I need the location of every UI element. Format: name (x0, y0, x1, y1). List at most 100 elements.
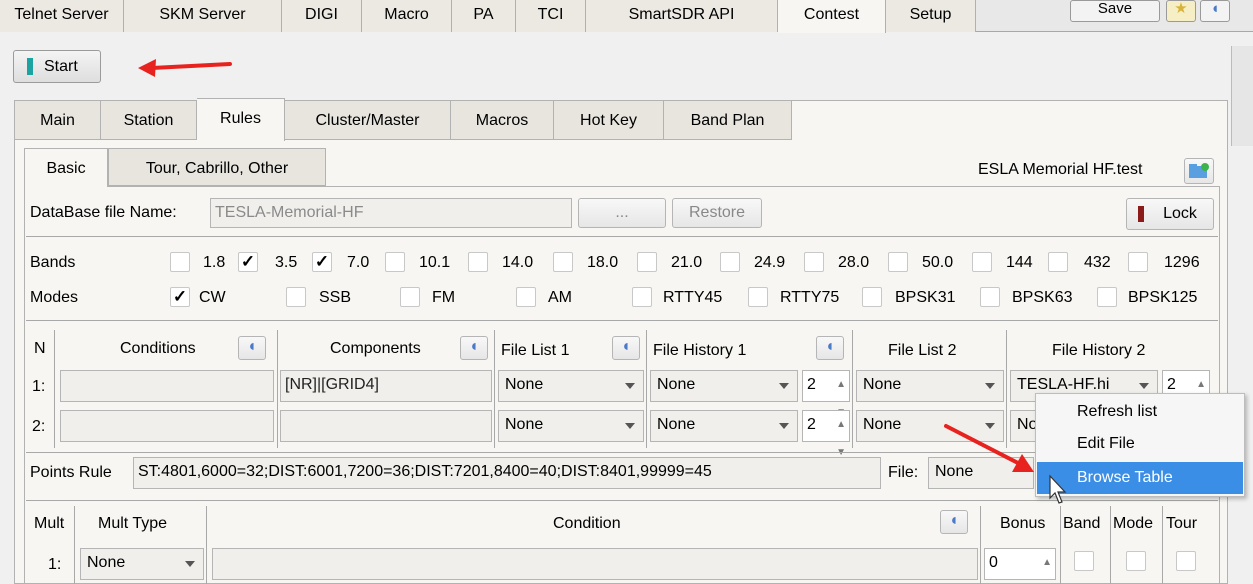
history-1-spinbox[interactable]: 2▲▼ (802, 410, 850, 458)
col-header-file-list-2: File List 2 (888, 342, 957, 359)
tab-skm-server[interactable]: SKM Server (124, 0, 282, 32)
condition-book-button[interactable]: ◖ (940, 510, 968, 534)
col-separator (852, 330, 853, 448)
band-label: 1296 (1164, 254, 1200, 271)
menu-item-refresh-list[interactable]: Refresh list (1037, 396, 1243, 428)
tab-telnet-server[interactable]: Telnet Server (0, 0, 124, 32)
tab-digi[interactable]: DIGI (282, 0, 362, 32)
points-rule-field[interactable]: ST:4801,6000=32;DIST:6001,7200=36;DIST:7… (133, 457, 881, 489)
star-button[interactable]: ★ (1166, 0, 1196, 22)
band-checkbox-50-0[interactable] (888, 252, 908, 272)
col-header-bonus: Bonus (1000, 515, 1046, 532)
mult-condition-cell[interactable] (212, 548, 978, 580)
band-checkbox-1-8[interactable] (170, 252, 190, 272)
col-separator (646, 330, 647, 448)
conditions-book-button[interactable]: ◖ (238, 336, 266, 360)
band-checkbox-10-1[interactable] (385, 252, 405, 272)
file-list-1-select[interactable]: None (498, 370, 644, 402)
band-checkbox-24-9[interactable] (720, 252, 740, 272)
band-checkbox-14-0[interactable] (468, 252, 488, 272)
restore-button[interactable]: Restore (672, 198, 762, 228)
components-cell[interactable]: [NR]|[GRID4] (280, 370, 492, 402)
col-separator (980, 506, 981, 584)
tab-cluster-master[interactable]: Cluster/Master (285, 100, 451, 140)
file-list-1-book-button[interactable]: ◖ (612, 336, 640, 360)
tab-hot-key[interactable]: Hot Key (554, 100, 664, 140)
divider (26, 236, 1218, 237)
row-number: 2: (32, 418, 46, 435)
contest-file-name: ESLA Memorial HF.test (978, 161, 1143, 178)
band-checkbox-18-0[interactable] (553, 252, 573, 272)
tab-band-plan[interactable]: Band Plan (664, 100, 792, 140)
col-separator (277, 330, 278, 448)
mode-checkbox-rtty75[interactable] (748, 287, 768, 307)
select-value: None (87, 554, 126, 571)
col-separator (1060, 506, 1061, 584)
tab-basic[interactable]: Basic (24, 148, 108, 187)
mode-label: RTTY75 (780, 289, 840, 306)
tab-tour-cabrillo-other[interactable]: Tour, Cabrillo, Other (108, 148, 326, 186)
conditions-cell[interactable] (60, 370, 274, 402)
select-value: None (657, 416, 696, 433)
book-icon: ◖ (825, 338, 835, 355)
database-label: DataBase file Name: (30, 204, 177, 221)
mult-tour-checkbox[interactable] (1176, 551, 1196, 571)
file-list-1-select[interactable]: None (498, 410, 644, 442)
mult-band-checkbox[interactable] (1074, 551, 1094, 571)
file-history-1-select[interactable]: None (650, 370, 798, 402)
tab-setup[interactable]: Setup (886, 0, 976, 32)
tab-macro[interactable]: Macro (362, 0, 452, 32)
band-checkbox-7-0[interactable]: ✓ (312, 252, 332, 272)
select-value: None (863, 416, 902, 433)
band-checkbox-3-5[interactable]: ✓ (238, 252, 258, 272)
save-button[interactable]: Save (1070, 0, 1160, 22)
band-checkbox-1296[interactable] (1128, 252, 1148, 272)
mode-checkbox-cw[interactable]: ✓ (170, 287, 190, 307)
tab-rules[interactable]: Rules (197, 98, 285, 141)
mult-type-select[interactable]: None (80, 548, 204, 580)
mode-checkbox-bpsk63[interactable] (980, 287, 1000, 307)
side-scroll-strip (1231, 46, 1253, 146)
book-button[interactable]: ◖ (1200, 0, 1230, 22)
browse-database-button[interactable]: ... (578, 198, 666, 228)
bonus-spinbox[interactable]: 0▲▼ (984, 548, 1056, 580)
open-contest-button[interactable] (1184, 158, 1214, 184)
band-checkbox-144[interactable] (972, 252, 992, 272)
band-checkbox-432[interactable] (1048, 252, 1068, 272)
mode-checkbox-bpsk31[interactable] (862, 287, 882, 307)
tab-tci[interactable]: TCI (516, 0, 586, 32)
col-header-file-history-2: File History 2 (1052, 342, 1146, 359)
file-history-1-select[interactable]: None (650, 410, 798, 442)
band-checkbox-21-0[interactable] (637, 252, 657, 272)
select-value: None (505, 416, 544, 433)
red-arrow-annotation (944, 424, 1034, 472)
database-file-field[interactable]: TESLA-Memorial-HF (210, 198, 572, 228)
tab-pa[interactable]: PA (452, 0, 516, 32)
components-cell[interactable] (280, 410, 492, 442)
tab-contest[interactable]: Contest (778, 0, 886, 33)
col-separator (1162, 506, 1163, 584)
tab-station[interactable]: Station (101, 100, 197, 140)
spin-arrows-icon[interactable]: ▲▼ (1042, 549, 1052, 584)
book-icon: ◖ (949, 512, 959, 529)
book-icon: ◖ (1210, 0, 1220, 17)
tab-smartsdr-api[interactable]: SmartSDR API (586, 0, 778, 32)
tab-main[interactable]: Main (14, 100, 101, 140)
history-1-spinbox[interactable]: 2▲▼ (802, 370, 850, 418)
mode-checkbox-ssb[interactable] (286, 287, 306, 307)
components-book-button[interactable]: ◖ (460, 336, 488, 360)
menu-item-edit-file[interactable]: Edit File (1037, 428, 1243, 460)
conditions-cell[interactable] (60, 410, 274, 442)
mode-checkbox-am[interactable] (516, 287, 536, 307)
modes-label: Modes (30, 289, 79, 306)
file-list-2-select[interactable]: None (856, 370, 1004, 402)
mult-mode-checkbox[interactable] (1126, 551, 1146, 571)
mode-checkbox-rtty45[interactable] (632, 287, 652, 307)
mode-checkbox-fm[interactable] (400, 287, 420, 307)
band-checkbox-28-0[interactable] (804, 252, 824, 272)
spin-value: 2 (1167, 376, 1176, 393)
file-history-1-book-button[interactable]: ◖ (816, 336, 844, 360)
tab-macros[interactable]: Macros (451, 100, 554, 140)
col-header-band: Band (1063, 515, 1101, 532)
mode-checkbox-bpsk125[interactable] (1097, 287, 1117, 307)
